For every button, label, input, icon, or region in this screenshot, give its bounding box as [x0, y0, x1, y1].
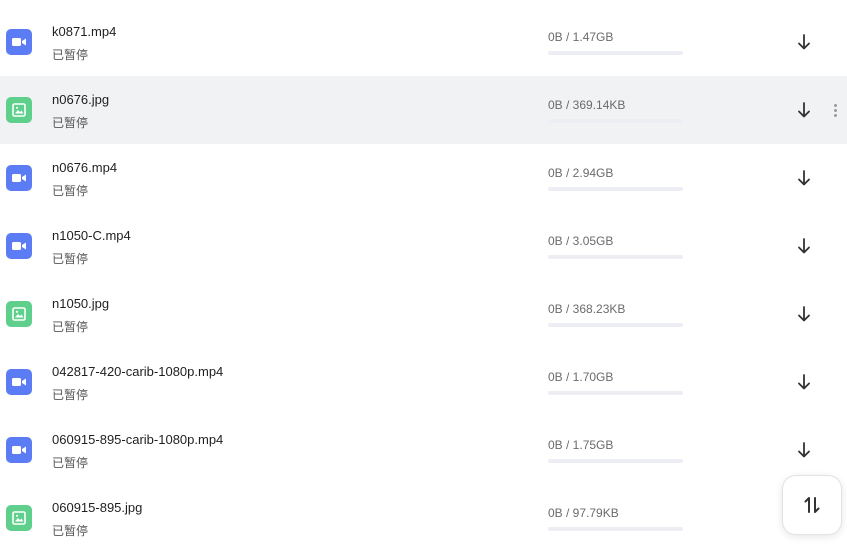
- progress-bar: [548, 323, 683, 327]
- download-button[interactable]: [792, 302, 816, 326]
- download-button[interactable]: [792, 370, 816, 394]
- download-status: 已暂停: [52, 456, 89, 470]
- download-status: 已暂停: [52, 252, 89, 266]
- file-size: 0B / 368.23KB: [548, 302, 626, 316]
- download-status: 已暂停: [52, 48, 89, 62]
- download-button[interactable]: [792, 166, 816, 190]
- download-button[interactable]: [792, 438, 816, 462]
- download-row[interactable]: n1050-C.mp4 已暂停 0B / 3.05GB: [0, 212, 847, 280]
- download-button[interactable]: [792, 234, 816, 258]
- download-row[interactable]: 060915-895.jpg 已暂停 0B / 97.79KB: [0, 484, 847, 552]
- video-file-icon: [6, 369, 32, 395]
- download-row[interactable]: 042817-420-carib-1080p.mp4 已暂停 0B / 1.70GB: [0, 348, 847, 416]
- progress-bar: [548, 255, 683, 259]
- download-status: 已暂停: [52, 320, 89, 334]
- download-list: k0871.mp4 已暂停 0B / 1.47GB n0676.jpg 已暂停 0B / …: [0, 8, 847, 552]
- download-status: 已暂停: [52, 388, 89, 402]
- progress-bar: [548, 51, 683, 55]
- sort-arrows-icon: [804, 497, 820, 513]
- more-vertical-icon[interactable]: [828, 100, 842, 120]
- sort-button[interactable]: [782, 475, 842, 535]
- video-file-icon: [6, 233, 32, 259]
- download-row[interactable]: 060915-895-carib-1080p.mp4 已暂停 0B / 1.75GB: [0, 416, 847, 484]
- file-name: 060915-895.jpg: [52, 500, 143, 515]
- progress-bar: [548, 119, 683, 123]
- download-arrow-icon: [796, 441, 812, 459]
- video-file-icon: [6, 437, 32, 463]
- file-size: 0B / 369.14KB: [548, 98, 626, 112]
- download-row[interactable]: k0871.mp4 已暂停 0B / 1.47GB: [0, 8, 847, 76]
- image-file-icon: [6, 97, 32, 123]
- file-size: 0B / 1.47GB: [548, 30, 614, 44]
- download-arrow-icon: [796, 169, 812, 187]
- file-name: n1050.jpg: [52, 296, 110, 311]
- file-size: 0B / 2.94GB: [548, 166, 614, 180]
- download-button[interactable]: [792, 98, 816, 122]
- video-file-icon: [6, 29, 32, 55]
- file-name: k0871.mp4: [52, 24, 117, 39]
- progress-bar: [548, 527, 683, 531]
- video-file-icon: [6, 165, 32, 191]
- file-name: n1050-C.mp4: [52, 228, 131, 243]
- download-status: 已暂停: [52, 184, 89, 198]
- file-name: 042817-420-carib-1080p.mp4: [52, 364, 224, 379]
- download-arrow-icon: [796, 237, 812, 255]
- file-size: 0B / 3.05GB: [548, 234, 614, 248]
- file-name: n0676.mp4: [52, 160, 118, 175]
- download-row[interactable]: n0676.mp4 已暂停 0B / 2.94GB: [0, 144, 847, 212]
- download-row[interactable]: n0676.jpg 已暂停 0B / 369.14KB: [0, 76, 847, 144]
- download-arrow-icon: [796, 373, 812, 391]
- download-arrow-icon: [796, 305, 812, 323]
- download-status: 已暂停: [52, 524, 89, 538]
- image-file-icon: [6, 301, 32, 327]
- download-button[interactable]: [792, 30, 816, 54]
- download-arrow-icon: [796, 33, 812, 51]
- image-file-icon: [6, 505, 32, 531]
- file-size: 0B / 1.75GB: [548, 438, 614, 452]
- file-size: 0B / 1.70GB: [548, 370, 614, 384]
- download-arrow-icon: [796, 101, 812, 119]
- file-name: 060915-895-carib-1080p.mp4: [52, 432, 224, 447]
- download-row[interactable]: n1050.jpg 已暂停 0B / 368.23KB: [0, 280, 847, 348]
- download-status: 已暂停: [52, 116, 89, 130]
- progress-bar: [548, 391, 683, 395]
- file-name: n0676.jpg: [52, 92, 110, 107]
- progress-bar: [548, 187, 683, 191]
- file-size: 0B / 97.79KB: [548, 506, 619, 520]
- progress-bar: [548, 459, 683, 463]
